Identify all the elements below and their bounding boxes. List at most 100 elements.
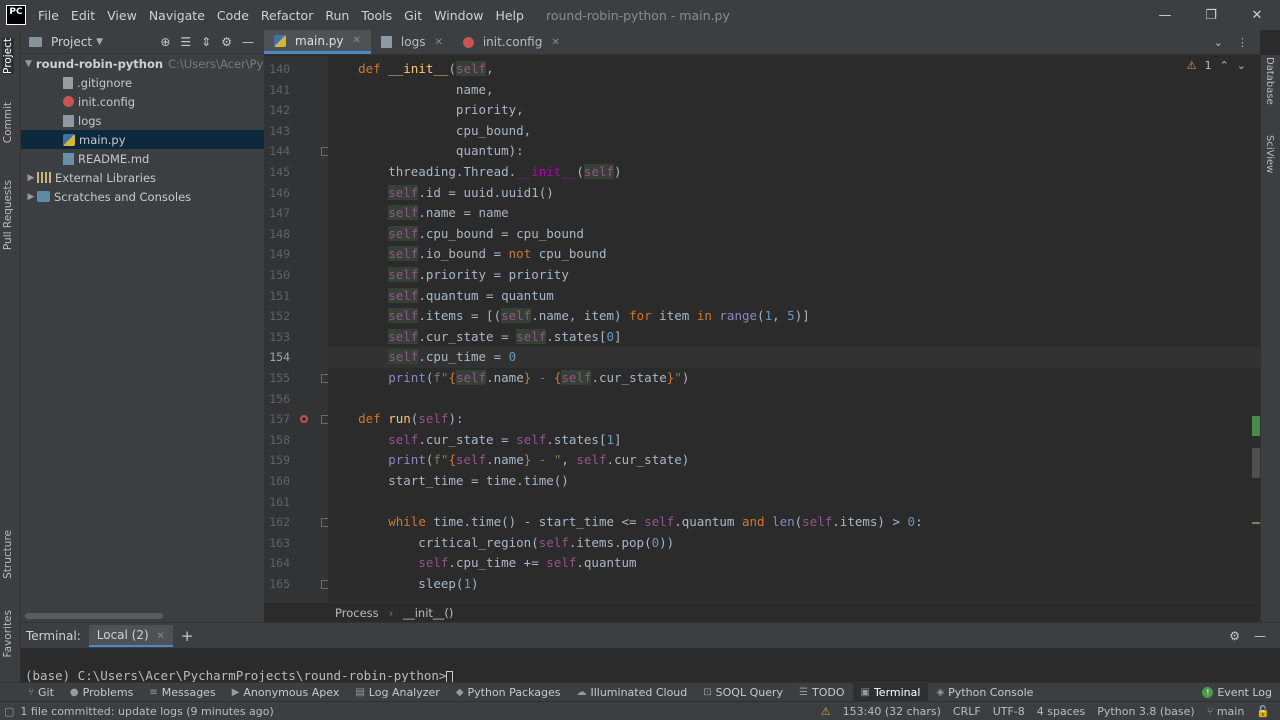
- tree-file-init-config[interactable]: init.config: [21, 92, 264, 111]
- line-number[interactable]: 158: [264, 430, 290, 451]
- database-tool-tab[interactable]: Database: [1264, 57, 1275, 105]
- line-number[interactable]: 150: [264, 265, 290, 286]
- editor-vertical-scrollbar[interactable]: [1252, 56, 1260, 602]
- close-tab-icon[interactable]: ✕: [551, 37, 559, 48]
- project-tool-tab[interactable]: Project: [2, 38, 14, 74]
- tool-window-messages[interactable]: ≡ Messages: [141, 683, 223, 702]
- code-line[interactable]: cpu_bound,: [328, 121, 1260, 142]
- code-line[interactable]: self.name = name: [328, 203, 1260, 224]
- line-number[interactable]: 142: [264, 100, 290, 121]
- code-line[interactable]: print(f"{self.name} - {self.cur_state}"): [328, 368, 1260, 389]
- tab-logs[interactable]: logs ✕: [371, 30, 453, 54]
- code-editor[interactable]: ⚠ 1 ⌃ ⌄ def __init__(self, name, priorit…: [328, 56, 1260, 602]
- line-number[interactable]: 144: [264, 141, 290, 162]
- tree-file--gitignore[interactable]: .gitignore: [21, 73, 264, 92]
- maximize-button[interactable]: ❐: [1188, 0, 1234, 30]
- line-number[interactable]: 141: [264, 80, 290, 101]
- collapse-all-icon[interactable]: ⇕: [201, 35, 211, 49]
- more-icon[interactable]: ⋮: [1237, 36, 1248, 49]
- code-line[interactable]: priority,: [328, 100, 1260, 121]
- sciview-tool-tab[interactable]: SciView: [1264, 135, 1275, 173]
- line-number[interactable]: 160: [264, 471, 290, 492]
- breadcrumb-method[interactable]: __init__(): [403, 606, 453, 620]
- line-number[interactable]: 147: [264, 203, 290, 224]
- line-number[interactable]: 153: [264, 327, 290, 348]
- lock-icon[interactable]: 🔓: [1256, 705, 1270, 718]
- menu-edit[interactable]: Edit: [65, 8, 101, 23]
- tree-file-main-py[interactable]: main.py: [21, 130, 264, 149]
- line-number[interactable]: 157: [264, 409, 290, 430]
- code-line[interactable]: [328, 492, 1260, 513]
- line-number[interactable]: 156: [264, 389, 290, 410]
- indent-setting[interactable]: 4 spaces: [1037, 705, 1086, 718]
- menu-window[interactable]: Window: [428, 8, 489, 23]
- code-line[interactable]: quantum):: [328, 141, 1260, 162]
- terminal-prompt[interactable]: (base) C:\Users\Acer\PycharmProjects\rou…: [25, 668, 454, 683]
- line-number[interactable]: 152: [264, 306, 290, 327]
- tree-file-readme-md[interactable]: README.md: [21, 149, 264, 168]
- tool-window-python-console[interactable]: ◈ Python Console: [928, 683, 1041, 702]
- line-number[interactable]: 143: [264, 121, 290, 142]
- project-panel-title[interactable]: Project: [51, 35, 92, 49]
- code-line[interactable]: self.cur_state = self.states[1]: [328, 430, 1260, 451]
- code-line[interactable]: sleep(1): [328, 574, 1260, 595]
- menu-navigate[interactable]: Navigate: [143, 8, 211, 23]
- line-number[interactable]: 145: [264, 162, 290, 183]
- line-number[interactable]: 140: [264, 59, 290, 80]
- close-tab-icon[interactable]: ✕: [434, 37, 442, 48]
- code-line[interactable]: name,: [328, 80, 1260, 101]
- warning-icon[interactable]: ⚠: [821, 705, 831, 718]
- code-line[interactable]: self.cpu_time = 0: [328, 347, 1260, 368]
- close-tab-icon[interactable]: ✕: [157, 631, 165, 642]
- code-line[interactable]: self.priority = priority: [328, 265, 1260, 286]
- line-number[interactable]: 146: [264, 183, 290, 204]
- caret-position[interactable]: 153:40 (32 chars): [843, 705, 941, 718]
- menu-tools[interactable]: Tools: [355, 8, 398, 23]
- menu-run[interactable]: Run: [319, 8, 355, 23]
- minimize-button[interactable]: —: [1142, 0, 1188, 30]
- tree-scratches[interactable]: ▶ Scratches and Consoles: [21, 187, 264, 206]
- menu-file[interactable]: File: [32, 8, 65, 23]
- favorites-tool-tab[interactable]: Favorites: [2, 610, 14, 657]
- code-line[interactable]: self.cpu_bound = cpu_bound: [328, 224, 1260, 245]
- file-encoding[interactable]: UTF-8: [993, 705, 1025, 718]
- code-line[interactable]: start_time = time.time(): [328, 471, 1260, 492]
- close-button[interactable]: ✕: [1234, 0, 1280, 30]
- breadcrumb-class[interactable]: Process: [335, 606, 379, 620]
- status-message[interactable]: 1 file committed: update logs (9 minutes…: [14, 705, 273, 718]
- tool-window-illuminated-cloud[interactable]: ☁ Illuminated Cloud: [568, 683, 695, 702]
- terminal-tab-local[interactable]: Local (2) ✕: [88, 624, 173, 647]
- tree-external-libraries[interactable]: ▶ External Libraries: [21, 168, 264, 187]
- override-marker-icon[interactable]: [300, 415, 308, 424]
- code-line[interactable]: print(f"{self.name} - ", self.cur_state): [328, 450, 1260, 471]
- menu-code[interactable]: Code: [211, 8, 255, 23]
- tool-window-log-analyzer[interactable]: ▤ Log Analyzer: [347, 683, 447, 702]
- close-tab-icon[interactable]: ✕: [353, 35, 361, 46]
- commit-tool-tab[interactable]: Commit: [2, 102, 14, 143]
- locate-icon[interactable]: ⊕: [160, 35, 170, 49]
- hide-icon[interactable]: —: [242, 35, 254, 49]
- tree-root[interactable]: ▼ round-robin-python C:\Users\Acer\Pych: [21, 54, 277, 73]
- new-terminal-icon[interactable]: +: [181, 627, 194, 645]
- tool-window-python-packages[interactable]: ◆ Python Packages: [448, 683, 569, 702]
- structure-tool-tab[interactable]: Structure: [2, 530, 14, 579]
- tree-file-logs[interactable]: logs: [21, 111, 264, 130]
- code-line[interactable]: self.cpu_time += self.quantum: [328, 553, 1260, 574]
- event-log-button[interactable]: ! Event Log: [1194, 683, 1280, 702]
- line-number[interactable]: 148: [264, 224, 290, 245]
- code-line[interactable]: def run(self):: [328, 409, 1260, 430]
- git-branch[interactable]: ⑂ main: [1207, 705, 1245, 718]
- line-number[interactable]: 155: [264, 368, 290, 389]
- menu-view[interactable]: View: [101, 8, 143, 23]
- code-line[interactable]: self.items = [(self.name, item) for item…: [328, 306, 1260, 327]
- tool-window-git[interactable]: ⑂ Git: [20, 683, 62, 702]
- tool-window-problems[interactable]: ● Problems: [62, 683, 141, 702]
- line-number[interactable]: 154: [264, 347, 290, 368]
- chevron-down-icon[interactable]: ▼: [25, 59, 32, 69]
- line-number[interactable]: 162: [264, 512, 290, 533]
- line-number[interactable]: 163: [264, 533, 290, 554]
- project-horizontal-scrollbar[interactable]: [25, 613, 163, 619]
- python-interpreter[interactable]: Python 3.8 (base): [1097, 705, 1194, 718]
- gear-icon[interactable]: ⚙: [1229, 629, 1240, 643]
- code-line[interactable]: def __init__(self,: [328, 59, 1260, 80]
